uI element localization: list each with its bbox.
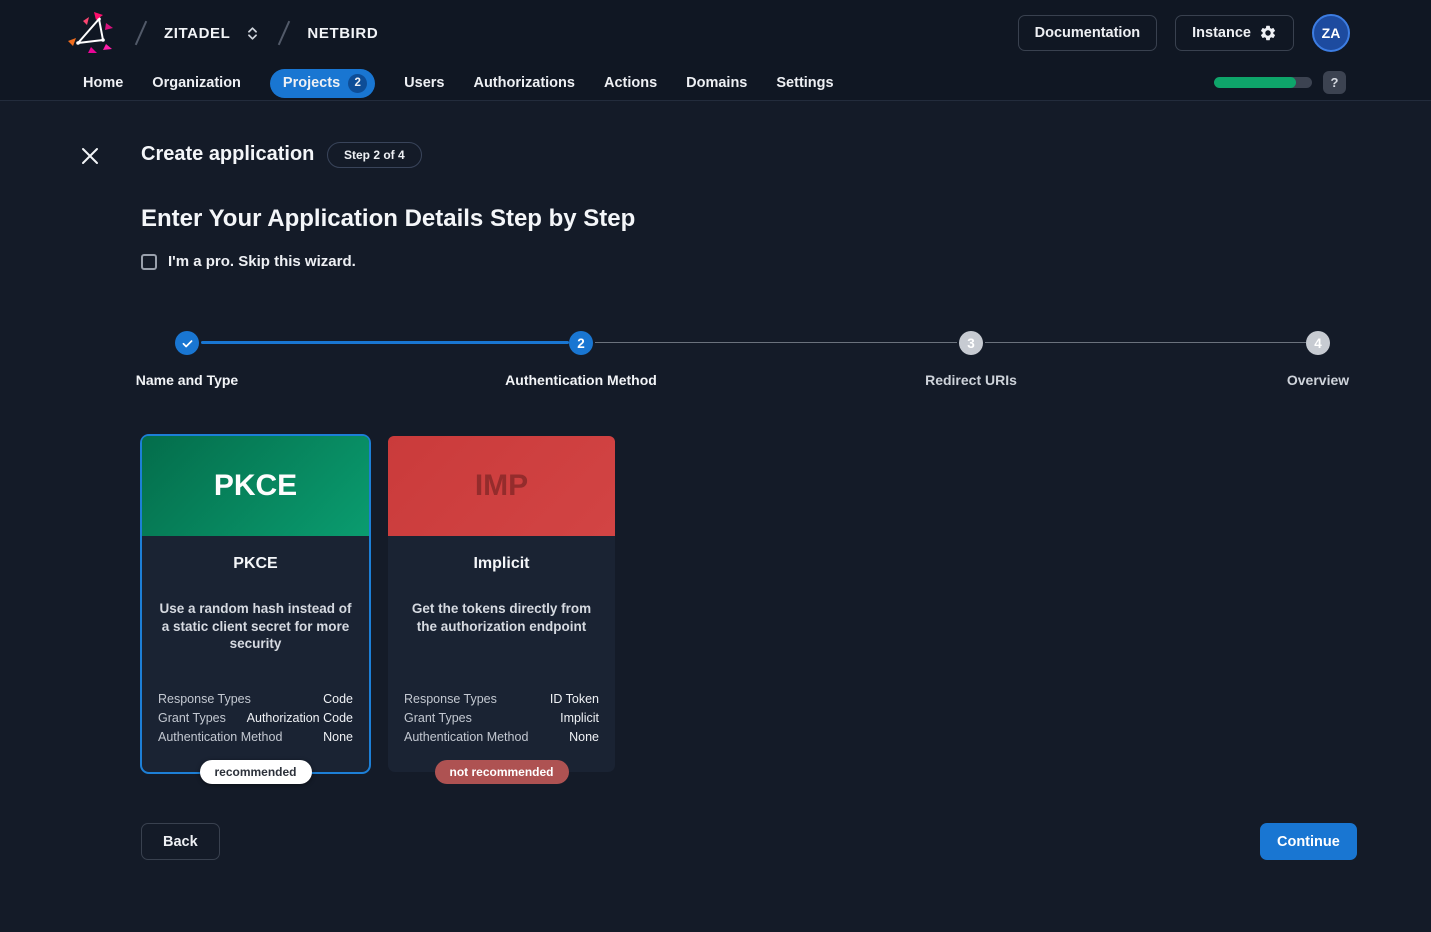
main-nav: Home Organization Projects 2 Users Autho… (83, 74, 834, 93)
step-2-circle: 2 (569, 331, 593, 355)
nav-item-organization[interactable]: Organization (152, 75, 241, 91)
pkce-card-body: PKCE Use a random hash instead of a stat… (142, 536, 369, 772)
property-value: Code (323, 692, 353, 706)
nav-item-settings[interactable]: Settings (776, 75, 833, 91)
property-value: Implicit (560, 711, 599, 725)
skip-wizard-option[interactable]: I'm a pro. Skip this wizard. (141, 253, 356, 270)
documentation-button[interactable]: Documentation (1018, 15, 1158, 51)
stepper-line-upcoming (985, 342, 1306, 343)
step-4-label: Overview (1287, 372, 1349, 388)
step-3-label: Redirect URIs (925, 372, 1017, 388)
property-label: Authentication Method (404, 730, 528, 744)
property-label: Grant Types (158, 711, 226, 725)
implicit-card-properties: Response Types ID Token Grant Types Impl… (404, 692, 599, 744)
pkce-card-title: PKCE (158, 555, 353, 573)
topbar-row-primary: ZITADEL NETBIRD Documentation Instance Z… (0, 0, 1431, 66)
wizard-heading: Enter Your Application Details Step by S… (141, 205, 635, 233)
nav-item-home[interactable]: Home (83, 75, 123, 91)
breadcrumb-org[interactable]: ZITADEL (164, 25, 230, 42)
topbar: ZITADEL NETBIRD Documentation Instance Z… (0, 0, 1431, 101)
stepper-line-done (201, 341, 569, 344)
quota-progress-bar (1214, 77, 1312, 88)
table-row: Grant Types Authorization Code (158, 711, 353, 725)
avatar-initials: ZA (1322, 25, 1341, 41)
table-row: Grant Types Implicit (404, 711, 599, 725)
pkce-card-header: PKCE (142, 436, 369, 536)
table-row: Response Types Code (158, 692, 353, 706)
create-application-page: Create application Step 2 of 4 Enter You… (0, 101, 1431, 932)
implicit-card-title: Implicit (404, 555, 599, 573)
property-value: Authorization Code (247, 711, 353, 725)
table-row: Authentication Method None (404, 730, 599, 744)
instance-button-label: Instance (1192, 25, 1251, 41)
table-row: Response Types ID Token (404, 692, 599, 706)
nav-item-projects-label: Projects (283, 75, 340, 91)
breadcrumb-slash (278, 21, 290, 46)
avatar[interactable]: ZA (1312, 14, 1350, 52)
skip-wizard-checkbox[interactable] (141, 254, 157, 270)
unfold-more-icon[interactable] (244, 25, 261, 42)
auth-method-card-pkce[interactable]: PKCE PKCE Use a random hash instead of a… (142, 436, 369, 772)
property-label: Response Types (404, 692, 497, 706)
topbar-row-nav: Home Organization Projects 2 Users Autho… (0, 66, 1431, 100)
implicit-card-header: IMP (388, 436, 615, 536)
step-1-circle (175, 331, 199, 355)
pkce-card-description: Use a random hash instead of a static cl… (158, 600, 353, 653)
step-3-circle: 3 (959, 331, 983, 355)
check-icon (175, 331, 199, 355)
projects-count-badge: 2 (348, 74, 367, 93)
step-progress-badge: Step 2 of 4 (327, 142, 422, 168)
implicit-card-description: Get the tokens directly from the authori… (404, 600, 599, 635)
stepper-line-upcoming (595, 342, 957, 343)
table-row: Authentication Method None (158, 730, 353, 744)
property-value: None (569, 730, 599, 744)
help-button[interactable]: ? (1323, 71, 1346, 94)
gear-icon (1259, 24, 1277, 42)
topbar-actions: Documentation Instance ZA (1018, 14, 1350, 52)
page-title: Create application (141, 143, 314, 166)
step-3-number: 3 (959, 331, 983, 355)
property-label: Authentication Method (158, 730, 282, 744)
zitadel-logo-icon[interactable] (66, 11, 118, 55)
quota-progress-fill (1214, 77, 1296, 88)
property-label: Grant Types (404, 711, 472, 725)
recommended-badge: recommended (199, 760, 311, 784)
nav-item-users[interactable]: Users (404, 75, 444, 91)
nav-item-authorizations[interactable]: Authorizations (473, 75, 575, 91)
close-icon[interactable] (78, 144, 102, 168)
property-value: ID Token (550, 692, 599, 706)
back-button[interactable]: Back (141, 823, 220, 860)
property-value: None (323, 730, 353, 744)
step-1-label: Name and Type (136, 372, 238, 388)
not-recommended-badge: not recommended (434, 760, 568, 784)
skip-wizard-label: I'm a pro. Skip this wizard. (168, 253, 356, 270)
step-4-number: 4 (1306, 331, 1330, 355)
step-4-circle: 4 (1306, 331, 1330, 355)
nav-item-projects[interactable]: Projects 2 (270, 69, 375, 98)
pkce-card-properties: Response Types Code Grant Types Authoriz… (158, 692, 353, 744)
nav-item-domains[interactable]: Domains (686, 75, 747, 91)
nav-item-actions[interactable]: Actions (604, 75, 657, 91)
instance-button[interactable]: Instance (1175, 15, 1294, 51)
step-2-number: 2 (569, 331, 593, 355)
implicit-card-body: Implicit Get the tokens directly from th… (388, 536, 615, 772)
step-2-label: Authentication Method (505, 372, 657, 388)
breadcrumb-project[interactable]: NETBIRD (307, 25, 378, 42)
property-label: Response Types (158, 692, 251, 706)
breadcrumb-slash (135, 21, 147, 46)
continue-button[interactable]: Continue (1260, 823, 1357, 860)
auth-method-card-implicit[interactable]: IMP Implicit Get the tokens directly fro… (388, 436, 615, 772)
